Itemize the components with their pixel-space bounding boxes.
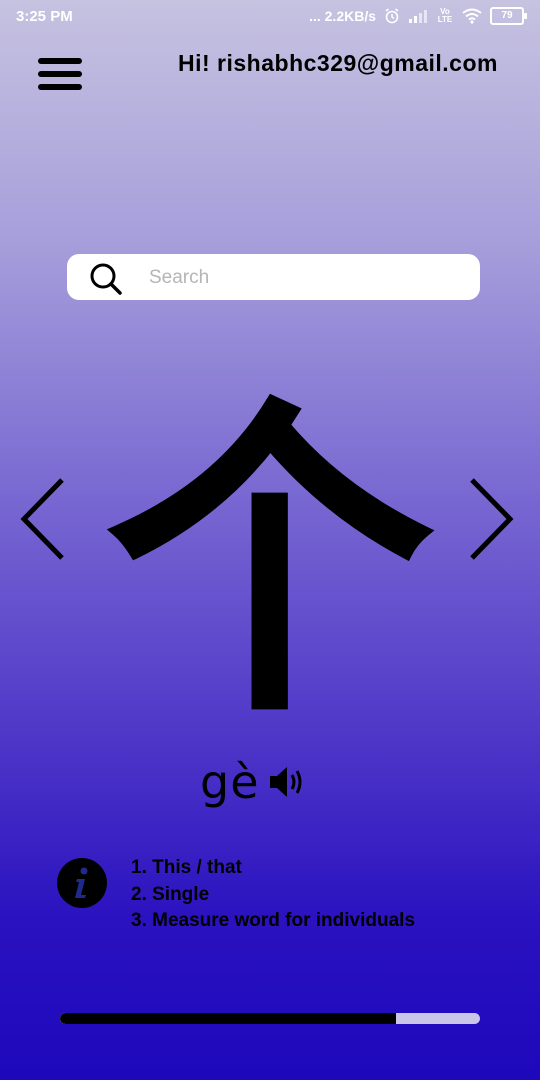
- chinese-character: 个: [105, 368, 435, 756]
- meaning-item: 3. Measure word for individuals: [131, 910, 416, 931]
- wifi-icon: [462, 8, 482, 24]
- hamburger-menu-icon[interactable]: [38, 56, 84, 96]
- search-icon[interactable]: [89, 262, 123, 296]
- chevron-left-icon[interactable]: [18, 476, 68, 562]
- user-greeting: Hi! rishabhc329@gmail.com: [178, 50, 498, 76]
- network-type: Vo LTE: [437, 7, 453, 24]
- menu-line: [38, 71, 82, 77]
- pronunciation-row: gè: [200, 752, 306, 812]
- alarm-icon: [385, 8, 399, 24]
- meaning-item: 2. Single: [131, 883, 210, 905]
- progress-bar: [60, 1013, 480, 1024]
- info-icon[interactable]: [56, 857, 108, 909]
- battery-icon: 79: [490, 7, 527, 25]
- pinyin: gè: [200, 755, 260, 809]
- search-input[interactable]: [147, 262, 461, 294]
- progress-fill: [60, 1013, 396, 1024]
- menu-line: [38, 58, 82, 64]
- search-bar[interactable]: [67, 254, 480, 300]
- status-bar: 3:25 PM ... 2.2KB/s Vo LTE 79: [0, 0, 540, 34]
- signal-icon: [409, 10, 427, 23]
- speaker-icon[interactable]: [268, 764, 306, 800]
- menu-line: [38, 84, 82, 90]
- meanings-list: 1. This / that 2. Single 3. Measure word…: [131, 855, 415, 935]
- chevron-right-icon[interactable]: [468, 476, 518, 562]
- meaning-item: 1. This / that: [131, 857, 242, 878]
- network-speed: ... 2.2KB/s: [309, 8, 376, 24]
- status-icons: ... 2.2KB/s Vo LTE 79: [309, 7, 527, 25]
- status-time: 3:25 PM: [16, 8, 73, 25]
